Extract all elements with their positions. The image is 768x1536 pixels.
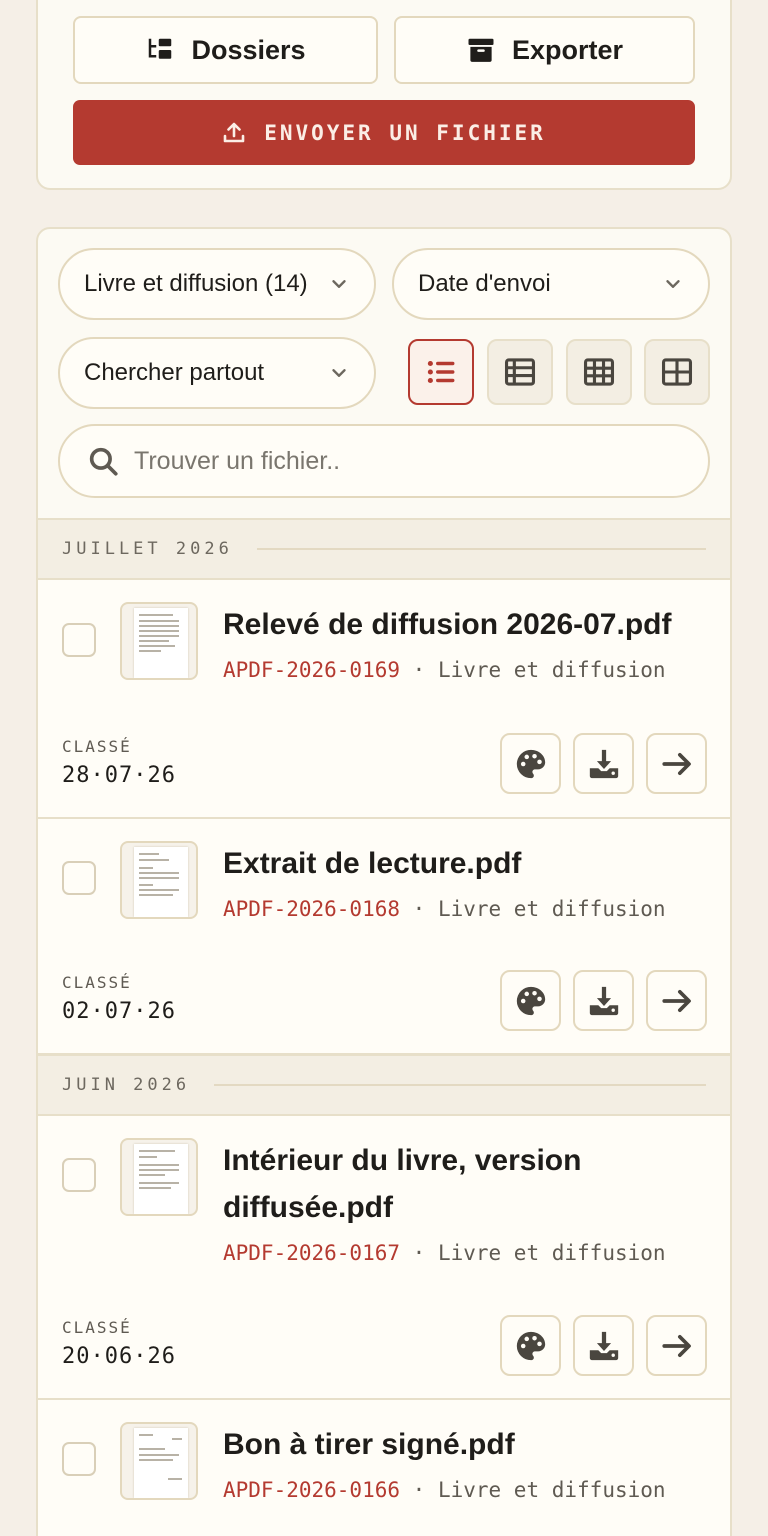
file-title[interactable]: Bon à tirer signé.pdf [223,1421,713,1468]
month-group-label: JUIN 2026 [62,1075,191,1095]
file-meta: APDF-2026-0167 · Livre et diffusion [223,1241,666,1265]
table-icon [504,358,536,386]
open-file-button[interactable] [646,733,707,794]
month-group-label: JUILLET 2026 [62,539,233,559]
search-scope-select[interactable]: Chercher partout [58,337,376,409]
chevron-down-icon [332,369,346,377]
file-row[interactable]: Relevé de diffusion 2026-07.pdf APDF-202… [38,580,730,819]
palette-icon [516,986,545,1015]
sort-value: Date d'envoi [418,270,551,297]
file-meta: APDF-2026-0168 · Livre et diffusion [223,897,666,921]
theme-button[interactable] [500,970,561,1031]
chevron-down-icon [666,280,680,288]
arrow-right-icon [661,989,691,1012]
file-thumbnail[interactable] [120,602,198,680]
dossiers-button[interactable]: Dossiers [73,16,378,84]
view-grid-large-button[interactable] [644,339,710,405]
month-group-header: JUILLET 2026 [38,518,730,580]
file-category: Livre et diffusion [437,897,666,921]
divider [214,1084,706,1086]
select-checkbox[interactable] [62,623,96,657]
arrow-right-icon [661,752,691,775]
file-category: Livre et diffusion [437,658,666,682]
export-button[interactable]: Exporter [394,16,695,84]
download-icon [589,749,618,778]
select-checkbox[interactable] [62,1158,96,1192]
file-reference: APDF-2026-0167 [223,1241,401,1265]
status-label: CLASSÉ [62,973,132,992]
file-meta: APDF-2026-0166 · Livre et diffusion [223,1478,666,1502]
chevron-down-icon [332,280,346,288]
file-title[interactable]: Intérieur du livre, version diffusée.pdf [223,1137,713,1231]
upload-label: ENVOYER UN FICHIER [264,120,546,145]
palette-icon [516,749,545,778]
file-reference: APDF-2026-0166 [223,1478,401,1502]
folder-tree-icon [149,38,172,59]
select-checkbox[interactable] [62,1442,96,1476]
file-reference: APDF-2026-0168 [223,897,401,921]
select-checkbox[interactable] [62,861,96,895]
sort-select[interactable]: Date d'envoi [392,248,710,320]
theme-button[interactable] [500,1315,561,1376]
file-reference: APDF-2026-0169 [223,658,401,682]
search-input[interactable] [134,446,674,476]
month-group-header: JUIN 2026 [38,1054,730,1116]
search-icon [89,447,118,476]
file-search-box[interactable] [58,424,710,498]
export-label: Exporter [511,34,624,65]
file-title[interactable]: Extrait de lecture.pdf [223,840,713,887]
file-thumbnail[interactable] [120,1138,198,1216]
view-grid-small-button[interactable] [566,339,632,405]
open-file-button[interactable] [646,970,707,1031]
category-filter-value: Livre et diffusion (14) [84,270,308,297]
upload-file-button[interactable]: ENVOYER UN FICHIER [73,100,695,165]
file-row[interactable]: Extrait de lecture.pdf APDF-2026-0168 · … [38,819,730,1055]
arrow-right-icon [661,1334,691,1357]
file-meta: APDF-2026-0169 · Livre et diffusion [223,658,666,682]
palette-icon [516,1331,545,1360]
dossiers-label: Dossiers [191,34,306,65]
file-category: Livre et diffusion [437,1241,666,1265]
file-thumbnail[interactable] [120,841,198,919]
file-date: 02·07·26 [62,999,176,1024]
search-scope-value: Chercher partout [84,359,265,386]
divider [256,548,706,550]
download-icon [589,1331,618,1360]
download-button[interactable] [573,970,634,1031]
view-list-button[interactable] [408,339,474,405]
grid-small-icon [583,358,615,386]
archive-box-icon [468,38,494,62]
file-thumbnail[interactable] [120,1422,198,1500]
download-button[interactable] [573,1315,634,1376]
file-title[interactable]: Relevé de diffusion 2026-07.pdf [223,601,713,648]
upload-icon [223,122,245,142]
file-category: Livre et diffusion [437,1478,666,1502]
file-date: 20·06·26 [62,1344,176,1369]
status-label: CLASSÉ [62,1318,132,1337]
download-icon [589,986,618,1015]
download-button[interactable] [573,733,634,794]
status-label: CLASSÉ [62,737,132,756]
view-table-button[interactable] [487,339,553,405]
list-icon [427,360,455,384]
open-file-button[interactable] [646,1315,707,1376]
theme-button[interactable] [500,733,561,794]
file-row[interactable]: Intérieur du livre, version diffusée.pdf… [38,1116,730,1400]
category-filter-select[interactable]: Livre et diffusion (14) [58,248,376,320]
grid-large-icon [661,358,693,386]
file-row[interactable]: Bon à tirer signé.pdf APDF-2026-0166 · L… [38,1400,730,1536]
file-date: 28·07·26 [62,763,176,788]
